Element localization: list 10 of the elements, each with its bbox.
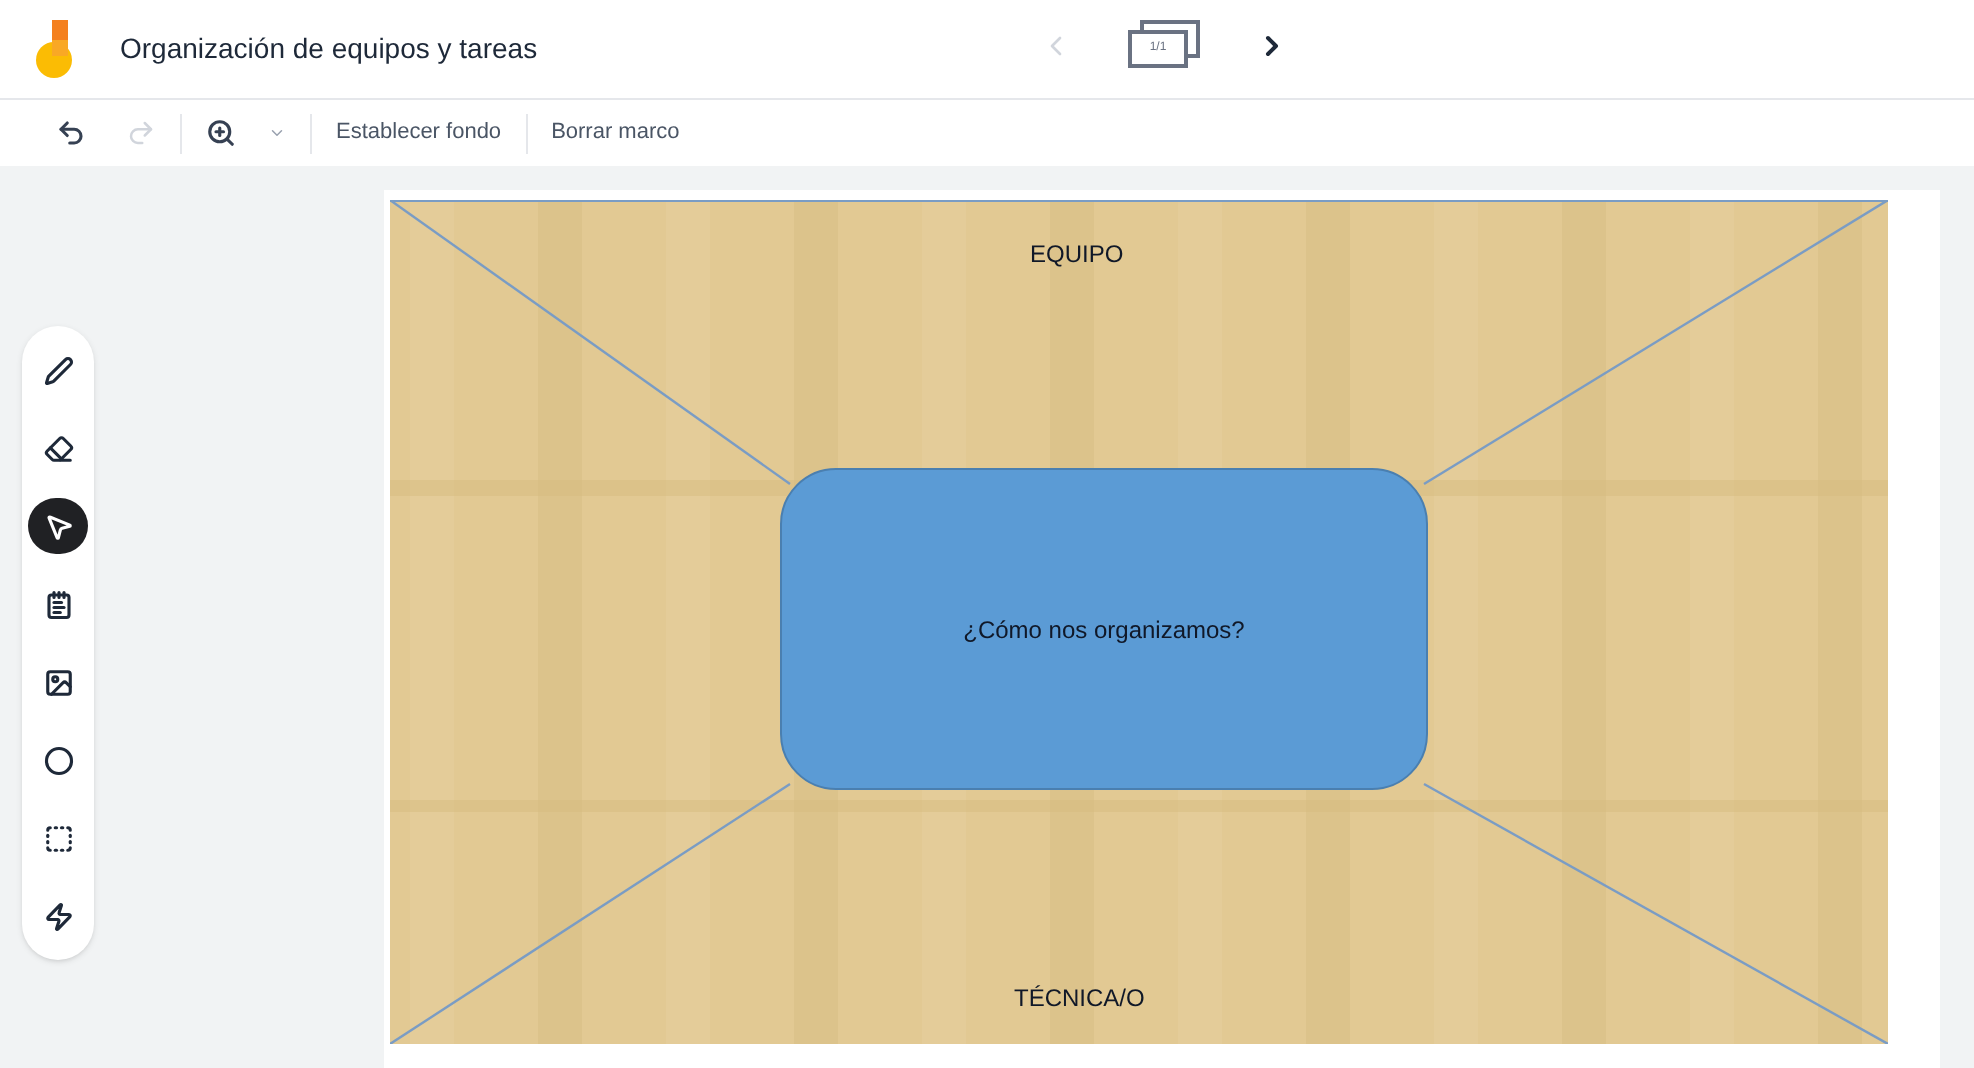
pointer-icon[interactable] xyxy=(28,498,88,554)
undo-icon[interactable] xyxy=(56,118,86,148)
top-label: EQUIPO xyxy=(1030,238,1124,272)
bottom-label: TÉCNICA/O xyxy=(1014,982,1145,1016)
document-title: Organización de equipos y tareas xyxy=(120,30,538,68)
toolbar-button[interactable]: Establecer fondo xyxy=(336,116,502,150)
zoom-icon[interactable] xyxy=(206,118,236,148)
toolbar-button[interactable]: Borrar marco xyxy=(551,116,680,150)
rounded-rectangle-shape: ¿Cómo nos organizamos? xyxy=(780,468,1428,790)
caret-icon[interactable] xyxy=(268,124,286,142)
